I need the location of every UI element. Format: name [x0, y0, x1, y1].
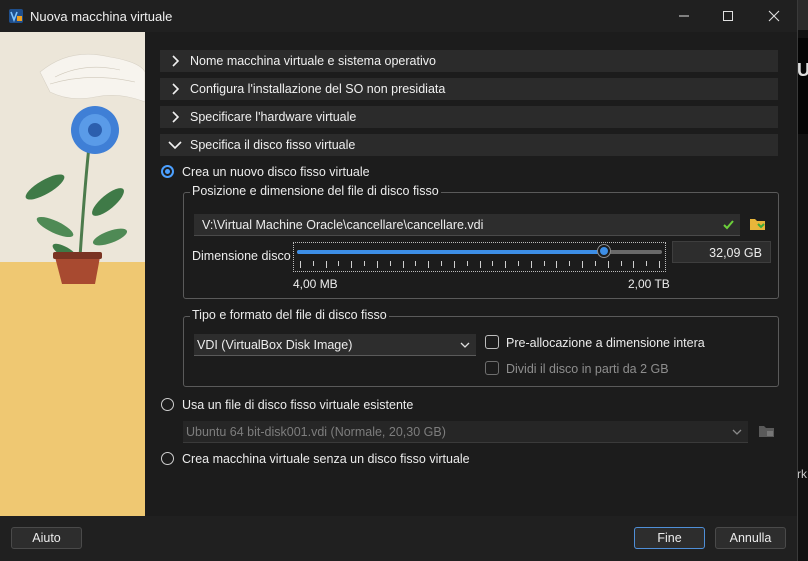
slider-max-label: 2,00 TB	[628, 277, 670, 291]
finish-button[interactable]: Fine	[634, 527, 705, 549]
chevron-down-icon	[732, 429, 742, 435]
background-application: U rk	[797, 0, 808, 561]
slider-tick	[364, 261, 366, 266]
existing-disk-value: Ubuntu 64 bit-disk001.vdi (Normale, 20,3…	[186, 425, 446, 439]
location-size-group-title: Posizione e dimensione del file di disco…	[190, 184, 441, 198]
window-title: Nuova macchina virtuale	[30, 9, 173, 24]
help-button[interactable]: Aiuto	[11, 527, 82, 549]
background-panel	[797, 38, 808, 134]
maximize-button[interactable]	[705, 0, 751, 32]
slider-tick	[505, 261, 507, 268]
prealloc-label: Pre-allocazione a dimensione intera	[506, 336, 705, 350]
slider-ticks	[300, 261, 660, 268]
flower-pot-illustration	[0, 32, 145, 516]
close-button[interactable]	[751, 0, 797, 32]
folder-browse-icon[interactable]	[749, 216, 767, 232]
format-group: Tipo e formato del file di disco fisso V…	[183, 308, 779, 387]
no-disk-radio[interactable]	[161, 452, 174, 465]
slider-tick	[594, 261, 596, 266]
slider-tick	[659, 261, 660, 268]
slider-tick	[300, 261, 301, 268]
section-label: Specifica il disco fisso virtuale	[190, 138, 356, 152]
disk-path-input[interactable]: V:\Virtual Machine Oracle\cancellare\can…	[194, 214, 740, 236]
slider-tick	[556, 261, 558, 268]
disk-size-slider[interactable]	[293, 242, 666, 272]
slider-tick	[441, 261, 443, 266]
slider-tick	[325, 261, 327, 268]
slider-tick	[376, 261, 378, 268]
slider-tick	[415, 261, 417, 266]
background-text: U	[797, 60, 808, 80]
existing-disk-select[interactable]: Ubuntu 64 bit-disk001.vdi (Normale, 20,3…	[183, 421, 748, 443]
chevron-right-icon	[172, 55, 180, 67]
slider-fill	[297, 250, 604, 254]
disk-path-value: V:\Virtual Machine Oracle\cancellare\can…	[202, 218, 484, 232]
slider-tick	[646, 261, 648, 266]
slider-tick	[338, 261, 340, 266]
slider-tick	[607, 261, 609, 268]
disk-format-value: VDI (VirtualBox Disk Image)	[197, 338, 353, 352]
slider-tick	[569, 261, 571, 266]
close-icon	[768, 10, 780, 22]
section-unattended-install[interactable]: Configura l'installazione del SO non pre…	[160, 78, 778, 100]
slider-tick	[428, 261, 430, 268]
slider-tick	[351, 261, 353, 268]
slider-tick	[543, 261, 545, 266]
chevron-right-icon	[172, 83, 180, 95]
slider-tick	[633, 261, 635, 268]
disk-size-input[interactable]: 32,09 GB	[672, 241, 771, 263]
slider-min-label: 4,00 MB	[293, 277, 338, 291]
wizard-illustration	[0, 32, 145, 516]
background-titlebar	[797, 0, 808, 30]
create-new-disk-radio[interactable]	[161, 165, 174, 178]
location-size-group: Posizione e dimensione del file di disco…	[183, 184, 779, 299]
slider-tick	[389, 261, 391, 266]
new-vm-dialog: Nuova macchina virtuale Nome macchina vi…	[0, 0, 798, 561]
prealloc-checkbox[interactable]	[485, 335, 499, 349]
chevron-right-icon	[172, 111, 180, 123]
cancel-button[interactable]: Annulla	[715, 527, 786, 549]
slider-tick	[530, 261, 532, 268]
use-existing-disk-label: Usa un file di disco fisso virtuale esis…	[182, 398, 414, 412]
format-group-title: Tipo e formato del file di disco fisso	[190, 308, 389, 322]
disk-format-select[interactable]: VDI (VirtualBox Disk Image)	[194, 334, 476, 356]
slider-tick	[517, 261, 519, 266]
maximize-icon	[723, 11, 733, 21]
slider-tick	[620, 261, 622, 266]
chevron-down-icon	[168, 141, 182, 150]
chevron-down-icon	[460, 342, 470, 348]
title-bar: Nuova macchina virtuale	[0, 0, 797, 32]
slider-tick	[492, 261, 494, 266]
disk-size-label: Dimensione disco	[192, 249, 291, 263]
wizard-content: Nome macchina virtuale e sistema operati…	[145, 32, 797, 516]
section-label: Nome macchina virtuale e sistema operati…	[190, 54, 436, 68]
slider-tick	[466, 261, 468, 266]
create-new-disk-label: Crea un nuovo disco fisso virtuale	[182, 165, 370, 179]
section-label: Specificare l'hardware virtuale	[190, 110, 357, 124]
section-name-os[interactable]: Nome macchina virtuale e sistema operati…	[160, 50, 778, 72]
valid-check-icon	[723, 220, 734, 230]
section-label: Configura l'installazione del SO non pre…	[190, 82, 446, 96]
minimize-icon	[679, 15, 689, 17]
slider-tick	[402, 261, 404, 268]
minimize-button[interactable]	[661, 0, 707, 32]
slider-tick	[582, 261, 584, 268]
dialog-footer: Aiuto Fine Annulla	[0, 516, 797, 561]
use-existing-disk-radio[interactable]	[161, 398, 174, 411]
slider-tick	[453, 261, 455, 268]
virtualbox-icon	[9, 9, 23, 23]
disk-selector-icon[interactable]	[758, 423, 776, 439]
background-text: rk	[797, 467, 807, 481]
section-hardware[interactable]: Specificare l'hardware virtuale	[160, 106, 778, 128]
split-disk-checkbox[interactable]	[485, 361, 499, 375]
no-disk-label: Crea macchina virtuale senza un disco fi…	[182, 452, 470, 466]
slider-tick	[312, 261, 314, 266]
section-hard-disk[interactable]: Specifica il disco fisso virtuale	[160, 134, 778, 156]
split-disk-label: Dividi il disco in parti da 2 GB	[506, 362, 669, 376]
slider-tick	[479, 261, 481, 268]
slider-thumb[interactable]	[597, 245, 610, 257]
